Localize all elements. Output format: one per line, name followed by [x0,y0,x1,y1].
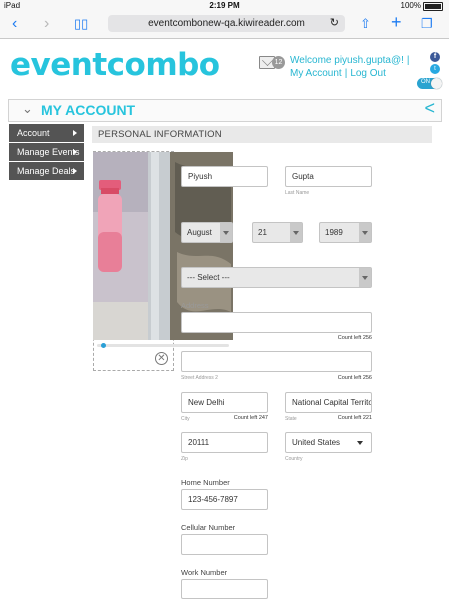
clock: 2:19 PM [209,1,240,10]
share-icon[interactable]: ⇧ [360,14,371,34]
work-number-label: Work Number [181,568,228,577]
country-value: United States [292,438,341,447]
upload-progress-track [97,344,229,347]
dropdown-arrow-icon [220,223,232,242]
caret-right-icon [73,130,77,136]
facebook-icon[interactable]: f [430,52,440,62]
dob-year-select[interactable]: 1989 [319,222,372,243]
address-2-hint: Street Address 2 [181,375,218,381]
caret-right-icon [73,149,77,155]
last-name-hint: Last Name [285,190,310,196]
menu-label: Manage Events [17,147,80,157]
user-links: My Account | Log Out [290,68,386,79]
on-off-toggle[interactable]: ON [417,78,442,89]
dropdown-arrow-icon [359,223,371,242]
first-name-field[interactable]: Piyush [181,166,268,187]
mail-count-badge: 12 [272,56,285,69]
caret-right-icon [73,168,77,174]
my-account-title: MY ACCOUNT [41,102,136,118]
battery-percent: 100% [400,1,421,10]
cellular-number-label: Cellular Number [181,523,236,532]
menu-item-manage-events[interactable]: Manage Events [9,143,84,161]
ios-status-bar: iPad 2:19 PM 100% [0,0,449,12]
reload-icon[interactable]: ↻ [330,15,339,32]
toggle-label: ON [421,79,430,85]
work-number-field[interactable] [181,579,268,599]
last-name-field[interactable]: Gupta [285,166,372,187]
home-number-field[interactable]: 123-456-7897 [181,489,268,510]
welcome-label: Welcome piyush.gupta@! [290,55,404,66]
dob-month-value: August [187,228,212,237]
welcome-text: Welcome piyush.gupta@! | [290,55,410,66]
battery-icon [423,2,443,11]
state-count: Count left 221 [337,415,372,421]
collapse-arrow-icon[interactable]: < [424,98,435,119]
zip-hint: Zip [181,456,188,462]
tabs-icon[interactable]: ❐ [421,14,433,34]
menu-item-account[interactable]: Account [9,124,84,142]
upload-progress-handle [100,343,106,348]
address-line-2-field[interactable] [181,351,372,372]
city-count: Count left 247 [233,415,268,421]
state-hint: State [285,416,297,422]
address-2-count: Count left 256 [337,375,372,381]
dob-month-select[interactable]: August [181,222,233,243]
dob-day-value: 21 [258,228,267,237]
dropdown-arrow-icon [290,223,302,242]
country-hint: Country [285,456,303,462]
twitter-icon[interactable]: t [430,64,440,74]
url-text: eventcombonew-qa.kiwireader.com [148,18,305,29]
address-label: Address [181,301,209,310]
gender-select[interactable]: --- Select --- [181,267,372,288]
chevron-down-icon[interactable]: ⌄ [22,101,33,117]
dropdown-arrow-icon [359,268,371,287]
my-account-link[interactable]: My Account [290,68,342,79]
menu-label: Manage Deals [17,166,76,176]
city-field[interactable]: New Delhi [181,392,268,413]
dob-day-select[interactable]: 21 [252,222,303,243]
new-tab-icon[interactable]: + [391,12,402,32]
select-value: --- Select --- [187,273,230,282]
section-title: PERSONAL INFORMATION [92,126,432,143]
address-1-count: Count left 256 [337,335,372,341]
dropdown-arrow-icon [357,441,363,445]
eventcombo-logo[interactable]: eventcombo [10,47,220,83]
country-select[interactable]: United States [285,432,372,453]
forward-arrow-icon[interactable]: › [44,14,49,34]
logout-link[interactable]: Log Out [350,68,386,79]
menu-item-manage-deals[interactable]: Manage Deals [9,162,84,180]
home-number-label: Home Number [181,478,230,487]
city-hint: City [181,416,190,422]
toggle-knob [431,78,442,89]
back-arrow-icon[interactable]: ‹ [12,14,17,34]
bookmarks-icon[interactable]: ▯▯ [74,14,88,34]
state-field[interactable]: National Capital Territo [285,392,372,413]
menu-label: Account [17,128,50,138]
browser-toolbar: ‹ › ▯▯ eventcombonew-qa.kiwireader.com ↻… [0,12,449,39]
zip-field[interactable]: 20111 [181,432,268,453]
dob-year-value: 1989 [325,228,343,237]
remove-photo-icon[interactable]: ✕ [155,352,168,365]
my-account-bar: ⌄ MY ACCOUNT < [8,98,442,122]
url-bar[interactable]: eventcombonew-qa.kiwireader.com ↻ [108,15,345,32]
cellular-number-field[interactable] [181,534,268,555]
address-line-1-field[interactable] [181,312,372,333]
